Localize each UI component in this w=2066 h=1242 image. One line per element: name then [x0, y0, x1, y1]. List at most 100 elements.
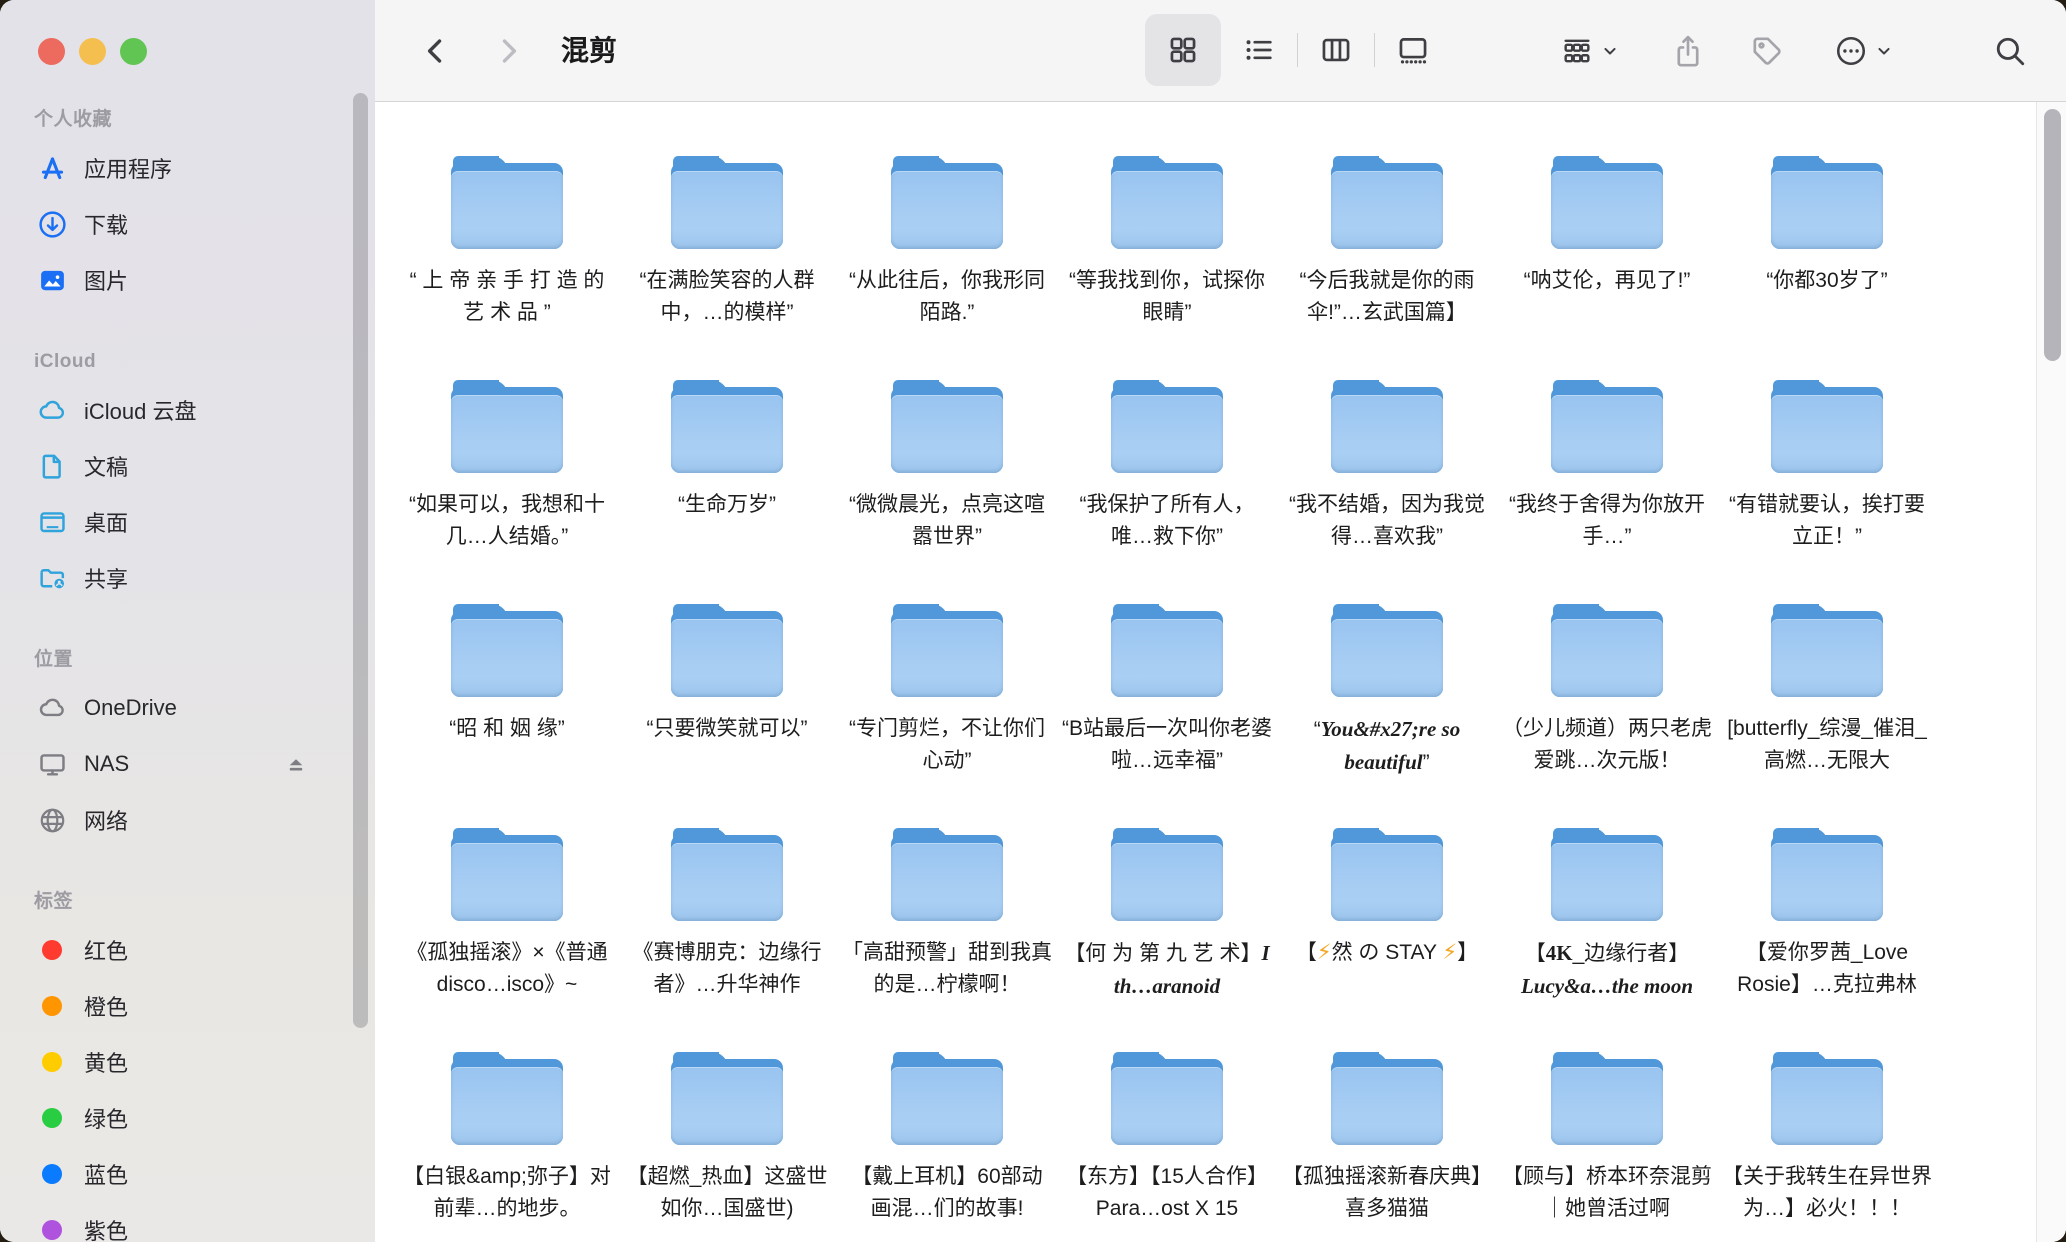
main-scrollbar-thumb[interactable] — [2044, 109, 2061, 361]
group-by-button[interactable] — [1560, 34, 1620, 68]
folder-item[interactable]: 【东方】【15人合作】Para…ost X 15 — [1057, 1041, 1277, 1242]
folder-label: “我保护了所有人，唯…救下你” — [1061, 489, 1273, 553]
tag-dot-icon — [34, 932, 70, 968]
sidebar-item-applications[interactable]: 应用程序 — [0, 140, 375, 196]
view-button-columns[interactable] — [1298, 14, 1374, 86]
forward-button[interactable] — [491, 34, 525, 68]
folder-icon — [1331, 827, 1443, 921]
folder-item[interactable]: “你都30岁了” — [1717, 145, 1937, 369]
folder-item[interactable]: 【4K_边缘行者】Lucy&a…the moon — [1497, 817, 1717, 1041]
sidebar-item-pictures[interactable]: 图片 — [0, 252, 375, 308]
onedrive-cloud-icon — [34, 690, 70, 726]
folder-item[interactable]: 【超燃_热血】这盛世如你…国盛世) — [617, 1041, 837, 1242]
view-button-list[interactable] — [1221, 14, 1297, 86]
sidebar-item-tag-purple[interactable]: 紫色 — [0, 1202, 375, 1242]
sidebar-item-downloads[interactable]: 下载 — [0, 196, 375, 252]
folder-item[interactable]: 《孤独摇滚》×《普通disco…isco》~ — [397, 817, 617, 1041]
folder-item[interactable]: “B站最后一次叫你老婆啦…远幸福” — [1057, 593, 1277, 817]
view-button-gallery[interactable] — [1375, 14, 1451, 86]
more-ellipsis-icon — [1834, 34, 1868, 68]
sidebar-item-desktop[interactable]: 桌面 — [0, 494, 375, 550]
eject-icon[interactable] — [283, 751, 309, 777]
folder-item[interactable]: 「高甜预警」甜到我真的是…柠檬啊！ — [837, 817, 1057, 1041]
tag-button[interactable] — [1750, 34, 1784, 68]
minimize-button[interactable] — [79, 38, 106, 65]
folder-item[interactable]: “只要微笑就可以” — [617, 593, 837, 817]
sidebar-item-icloud-drive[interactable]: iCloud 云盘 — [0, 382, 375, 438]
folder-item[interactable]: “如果可以，我想和十几…人结婚。” — [397, 369, 617, 593]
share-button[interactable] — [1671, 34, 1705, 68]
folder-item[interactable]: “有错就要认，挨打要立正！” — [1717, 369, 1937, 593]
folder-label: “今后我就是你的雨伞!”…玄武国篇】 — [1281, 265, 1493, 329]
folder-item[interactable]: “等我找到你，试探你眼睛” — [1057, 145, 1277, 369]
folder-icon — [451, 379, 563, 473]
sidebar-item-shared[interactable]: 共享 — [0, 550, 375, 606]
main-scrollbar-track[interactable] — [2036, 102, 2066, 1242]
folder-item[interactable]: “今后我就是你的雨伞!”…玄武国篇】 — [1277, 145, 1497, 369]
folder-label: 「高甜预警」甜到我真的是…柠檬啊！ — [841, 937, 1053, 1001]
tag-dot-icon — [34, 1044, 70, 1080]
folder-item[interactable]: “ 上 帝 亲 手 打 造 的 艺 术 品 ” — [397, 145, 617, 369]
network-globe-icon — [34, 802, 70, 838]
columns-view-icon — [1319, 33, 1353, 67]
folder-item[interactable]: 【孤独摇滚新春庆典】喜多猫猫 — [1277, 1041, 1497, 1242]
folder-label: “你都30岁了” — [1721, 265, 1933, 297]
sidebar-item-tag-yellow[interactable]: 黄色 — [0, 1034, 375, 1090]
sidebar-item-tag-red[interactable]: 红色 — [0, 922, 375, 978]
folder-item[interactable]: 【爱你罗茜_Love Rosie】…克拉弗林 — [1717, 817, 1937, 1041]
sidebar-item-onedrive[interactable]: OneDrive — [0, 680, 375, 736]
folder-item[interactable]: 【顾与】桥本环奈混剪｜她曾活过啊 — [1497, 1041, 1717, 1242]
search-button[interactable] — [1993, 34, 2027, 68]
folder-item[interactable]: 【戴上耳机】60部动画混…们的故事! — [837, 1041, 1057, 1242]
sidebar-item-nas[interactable]: NAS — [0, 736, 375, 792]
folder-label: “ 上 帝 亲 手 打 造 的 艺 术 品 ” — [401, 265, 613, 329]
folder-item[interactable]: “我保护了所有人，唯…救下你” — [1057, 369, 1277, 593]
close-button[interactable] — [38, 38, 65, 65]
folder-icon — [891, 379, 1003, 473]
sidebar-scrollbar-thumb[interactable] — [353, 93, 368, 1028]
sidebar-item-network[interactable]: 网络 — [0, 792, 375, 848]
zoom-button[interactable] — [120, 38, 147, 65]
folder-item[interactable]: “我不结婚，因为我觉得…喜欢我” — [1277, 369, 1497, 593]
folder-icon — [1551, 1051, 1663, 1145]
folder-label: 《孤独摇滚》×《普通disco…isco》~ — [401, 937, 613, 1001]
folder-item[interactable]: 【白银&amp;弥子】对前辈…的地步。 — [397, 1041, 617, 1242]
folder-item[interactable]: “从此往后，你我形同陌路.” — [837, 145, 1057, 369]
sidebar-item-tag-blue[interactable]: 蓝色 — [0, 1146, 375, 1202]
folder-item[interactable]: （少儿频道）两只老虎爱跳…次元版！ — [1497, 593, 1717, 817]
folder-item[interactable]: “昭 和 姻 缘” — [397, 593, 617, 817]
view-button-grid[interactable] — [1145, 14, 1221, 86]
folder-item[interactable]: “生命万岁” — [617, 369, 837, 593]
folder-item[interactable]: “专门剪烂，不让你们心动” — [837, 593, 1057, 817]
folder-icon — [891, 155, 1003, 249]
sidebar-item-tag-orange[interactable]: 橙色 — [0, 978, 375, 1034]
folder-icon — [451, 155, 563, 249]
back-button[interactable] — [419, 34, 453, 68]
folder-item[interactable]: “呐艾伦，再见了!” — [1497, 145, 1717, 369]
folder-label: 【4K_边缘行者】Lucy&a…the moon — [1501, 937, 1713, 1003]
folder-item[interactable]: “You&#x27;re so beautiful” — [1277, 593, 1497, 817]
folder-icon — [451, 1051, 563, 1145]
folder-icon — [1551, 827, 1663, 921]
folder-icon — [1771, 379, 1883, 473]
folder-item[interactable]: 【何 为 第 九 艺 术】I th…aranoid — [1057, 817, 1277, 1041]
folder-item[interactable]: 【⚡然 の STAY ⚡】 — [1277, 817, 1497, 1041]
sidebar-item-tag-green[interactable]: 绿色 — [0, 1090, 375, 1146]
folder-label: “只要微笑就可以” — [621, 713, 833, 745]
more-button[interactable] — [1834, 34, 1894, 68]
folder-label: 《赛博朋克：边缘行者》…升华神作 — [621, 937, 833, 1001]
chevron-down-icon — [1874, 41, 1894, 61]
download-icon — [34, 206, 70, 242]
sidebar-item-label: 紫色 — [84, 1214, 128, 1242]
folder-item[interactable]: 【关于我转生在异世界为…】必火！！！ — [1717, 1041, 1937, 1242]
desktop-icon — [34, 504, 70, 540]
folder-item[interactable]: “微微晨光，点亮这喧嚣世界” — [837, 369, 1057, 593]
folder-item[interactable]: [butterfly_综漫_催泪_高燃…无限大 — [1717, 593, 1937, 817]
folder-item[interactable]: “我终于舍得为你放开手…” — [1497, 369, 1717, 593]
sidebar-item-documents[interactable]: 文稿 — [0, 438, 375, 494]
folder-label: 【顾与】桥本环奈混剪｜她曾活过啊 — [1501, 1161, 1713, 1225]
folder-label: “专门剪烂，不让你们心动” — [841, 713, 1053, 777]
folder-item[interactable]: “在满脸笑容的人群中，…的模样” — [617, 145, 837, 369]
folder-icon — [1331, 379, 1443, 473]
folder-item[interactable]: 《赛博朋克：边缘行者》…升华神作 — [617, 817, 837, 1041]
